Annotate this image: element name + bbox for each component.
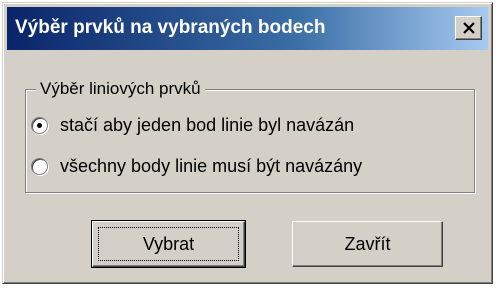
radio-label-all-points[interactable]: všechny body linie musí být navázány — [60, 155, 362, 177]
dialog-window: Výběr prvků na vybraných bodech Výběr li… — [2, 2, 493, 284]
radio-option-all-points[interactable]: všechny body linie musí být navázány — [31, 155, 362, 177]
radio-label-one-point[interactable]: stačí aby jeden bod linie byl navázán — [60, 114, 354, 136]
radio-selected-dot — [37, 122, 42, 128]
close-icon — [463, 22, 475, 34]
select-button-label: Vybrat — [142, 233, 195, 254]
window-title: Výběr prvků na vybraných bodech — [15, 17, 326, 38]
radio-button-unselected[interactable] — [31, 157, 48, 175]
title-bar[interactable]: Výběr prvků na vybraných bodech — [7, 7, 488, 50]
close-button[interactable] — [455, 16, 482, 40]
close-dialog-button-label: Zavřít — [344, 233, 391, 254]
line-features-groupbox: Výběr liniových prvků — [25, 79, 475, 193]
groupbox-legend: Výběr liniových prvků — [36, 79, 205, 99]
close-dialog-button[interactable]: Zavřít — [292, 221, 443, 267]
select-button[interactable]: Vybrat — [91, 220, 246, 268]
radio-option-one-point[interactable]: stačí aby jeden bod linie byl navázán — [31, 114, 354, 136]
radio-button-selected[interactable] — [31, 116, 48, 134]
